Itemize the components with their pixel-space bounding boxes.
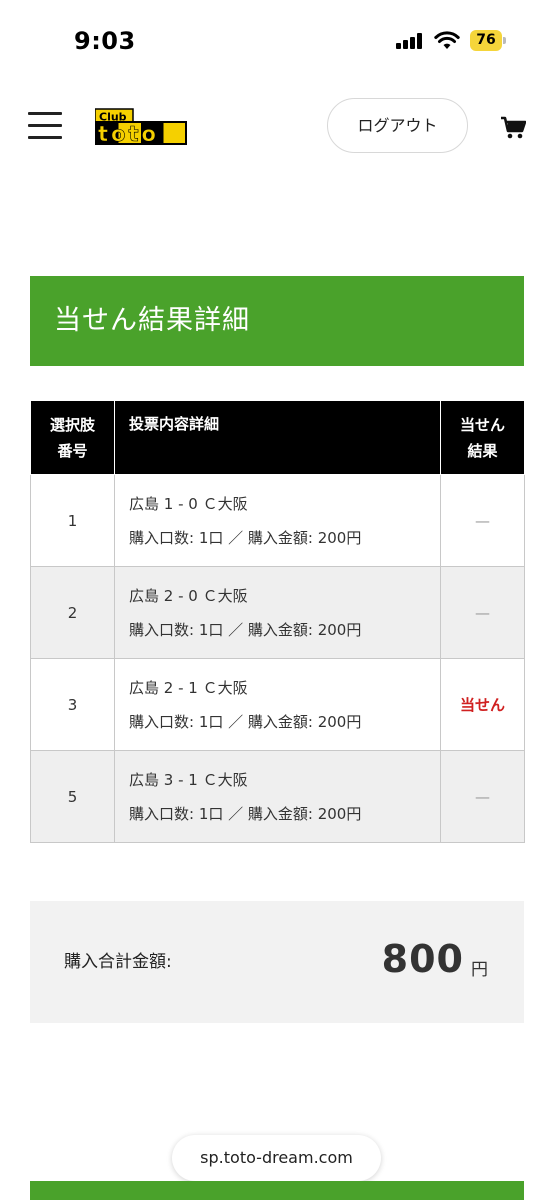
row-match: 広島 1 - 0 Ｃ大阪 — [129, 494, 248, 513]
table-row: 1 広島 1 - 0 Ｃ大阪 購入口数: 1口 ／ 購入金額: 200円 — — [30, 474, 525, 567]
row-purchase: 購入口数: 1口 ／ 購入金額: 200円 — [129, 620, 362, 639]
cart-icon[interactable] — [500, 116, 526, 140]
status-time: 9:03 — [74, 27, 136, 55]
row-result: — — [440, 474, 525, 567]
row-detail: 広島 2 - 0 Ｃ大阪 購入口数: 1口 ／ 購入金額: 200円 — [114, 566, 441, 659]
row-purchase: 購入口数: 1口 ／ 購入金額: 200円 — [129, 528, 362, 547]
row-result: — — [440, 566, 525, 659]
row-number: 3 — [30, 658, 115, 751]
wifi-icon — [434, 31, 460, 49]
row-purchase: 購入口数: 1口 ／ 購入金額: 200円 — [129, 804, 362, 823]
table-row: 3 広島 2 - 1 Ｃ大阪 購入口数: 1口 ／ 購入金額: 200円 当せん — [30, 658, 525, 751]
logo-toto-text: toto — [98, 122, 159, 146]
battery-icon: 76 — [470, 30, 506, 51]
status-bar: 9:03 76 — [0, 0, 554, 80]
header-win-result: 当せん 結果 — [440, 400, 525, 475]
page-title-banner: 当せん結果詳細 — [30, 276, 524, 366]
table-row: 2 広島 2 - 0 Ｃ大阪 購入口数: 1口 ／ 購入金額: 200円 — — [30, 566, 525, 659]
row-detail: 広島 1 - 0 Ｃ大阪 購入口数: 1口 ／ 購入金額: 200円 — [114, 474, 441, 567]
row-detail: 広島 2 - 1 Ｃ大阪 購入口数: 1口 ／ 購入金額: 200円 — [114, 658, 441, 751]
logout-button[interactable]: ログアウト — [327, 98, 468, 153]
table-header-row: 選択肢 番号 投票内容詳細 当せん 結果 — [30, 400, 525, 475]
signal-icon — [396, 33, 426, 49]
battery-level: 76 — [470, 30, 502, 51]
club-toto-logo[interactable]: Club toto — [95, 106, 187, 146]
row-number: 1 — [30, 474, 115, 567]
row-result: — — [440, 750, 525, 843]
total-label: 購入合計金額: — [64, 952, 172, 972]
table-row: 5 広島 3 - 1 Ｃ大阪 購入口数: 1口 ／ 購入金額: 200円 — — [30, 750, 525, 843]
results-table: 選択肢 番号 投票内容詳細 当せん 結果 1 広島 1 - 0 Ｃ大阪 購入口数… — [30, 400, 525, 843]
row-result-win: 当せん — [440, 658, 525, 751]
total-unit: 円 — [471, 960, 488, 980]
browser-url-bar[interactable]: sp.toto-dream.com — [172, 1135, 381, 1181]
footer-green-bar — [30, 1181, 524, 1200]
header-choice-number: 選択肢 番号 — [30, 400, 115, 475]
row-number: 2 — [30, 566, 115, 659]
row-match: 広島 3 - 1 Ｃ大阪 — [129, 770, 248, 789]
total-amount: 800 — [381, 937, 464, 981]
total-amount-box: 購入合計金額: 800 円 — [30, 901, 524, 1023]
row-match: 広島 2 - 1 Ｃ大阪 — [129, 678, 248, 697]
row-detail: 広島 3 - 1 Ｃ大阪 購入口数: 1口 ／ 購入金額: 200円 — [114, 750, 441, 843]
row-match: 広島 2 - 0 Ｃ大阪 — [129, 586, 248, 605]
header-vote-detail: 投票内容詳細 — [114, 400, 441, 475]
row-number: 5 — [30, 750, 115, 843]
row-purchase: 購入口数: 1口 ／ 購入金額: 200円 — [129, 712, 362, 731]
hamburger-menu-icon[interactable] — [28, 112, 62, 140]
page-title: 当せん結果詳細 — [54, 305, 250, 336]
